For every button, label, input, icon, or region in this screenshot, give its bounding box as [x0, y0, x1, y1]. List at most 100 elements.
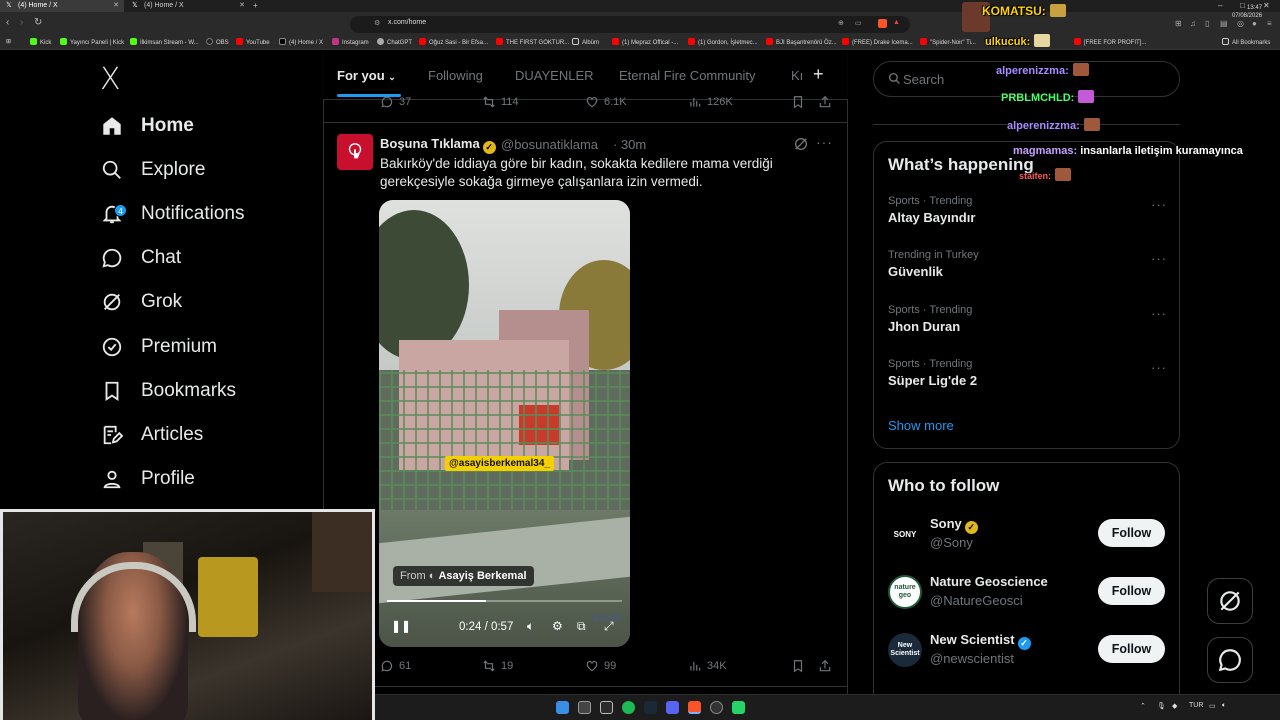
apps-icon[interactable]: ⊞: [6, 38, 11, 45]
new-tab-icon[interactable]: +: [253, 0, 258, 12]
forward-icon[interactable]: ›: [20, 17, 23, 28]
steam-icon[interactable]: [644, 701, 657, 714]
url-input[interactable]: ⚙ x.com/home ⊕ ▭ ▲: [350, 16, 910, 33]
bookmark-item[interactable]: "Spider-Noir" Ti...: [920, 38, 976, 46]
trend-item[interactable]: Sports · Trending Süper Lig'de 2 ···: [888, 358, 1173, 388]
taskbar-clock[interactable]: 13:47 07/08/2026: [1232, 4, 1262, 20]
bookmark-item[interactable]: (1) Mepraz Offical -...: [612, 38, 678, 46]
nav-profile[interactable]: Profile: [100, 461, 195, 497]
network-icon[interactable]: ▭: [1209, 702, 1216, 710]
bookmark-item[interactable]: [FREE FOR PROFIT]...: [1074, 38, 1146, 46]
minimize-icon[interactable]: –: [1218, 0, 1222, 12]
tab-for-you[interactable]: For you ⌄: [337, 68, 396, 83]
reply-button[interactable]: 61: [380, 659, 411, 673]
follow-button[interactable]: Follow: [1098, 577, 1165, 605]
trend-item[interactable]: Sports · Trending Jhon Duran ···: [888, 304, 1173, 334]
brave-icon[interactable]: [688, 701, 701, 714]
tab-following[interactable]: Following: [428, 68, 483, 83]
nav-premium[interactable]: Premium: [100, 329, 217, 365]
brave-rewards-icon[interactable]: ▲: [893, 19, 900, 26]
add-tab-icon[interactable]: +: [813, 64, 824, 85]
bookmark-item[interactable]: OBS: [206, 38, 229, 46]
more-options-icon[interactable]: ···: [1151, 197, 1167, 212]
obs-icon[interactable]: [710, 701, 723, 714]
video-source-attribution[interactable]: From ◐ Asayiş Berkemal: [393, 566, 534, 586]
bookmark-item[interactable]: THE FIRST GOKTUR...: [496, 38, 569, 46]
nav-notifications[interactable]: 4 Notifications: [100, 196, 245, 232]
bookmark-item[interactable]: (4) Home / X: [279, 38, 323, 46]
brave-shield-icon[interactable]: [878, 19, 887, 28]
tweet-video[interactable]: BAKIR @asayisberkemal34_ From ◐ Asayiş B…: [379, 200, 630, 647]
like-button[interactable]: 99: [585, 659, 616, 673]
bookmark-folder[interactable]: Albüm: [572, 38, 599, 46]
browser-tab-active[interactable]: 𝕏 (4) Home / X ✕: [0, 0, 124, 12]
tweet-author-handle[interactable]: @bosunatiklama: [501, 137, 598, 152]
whatsapp-icon[interactable]: [732, 701, 745, 714]
vpn-icon[interactable]: ◎: [1237, 19, 1244, 28]
volume-icon[interactable]: 🔈︎: [527, 619, 534, 634]
nav-bookmarks[interactable]: Bookmarks: [100, 373, 236, 409]
extensions-icon[interactable]: ⊞: [1175, 19, 1182, 28]
more-options-icon[interactable]: ···: [816, 134, 833, 150]
repost-button[interactable]: 19: [482, 659, 513, 673]
media-icon[interactable]: ♫: [1190, 19, 1196, 28]
grok-explain-icon[interactable]: [793, 136, 809, 157]
bookmark-item[interactable]: Yayıncı Paneli | Kick: [60, 38, 124, 46]
follow-button[interactable]: Follow: [1098, 519, 1165, 547]
tweet-author-name[interactable]: Boşuna Tıklama ✓: [380, 136, 496, 154]
chat-fab-button[interactable]: [1207, 637, 1253, 683]
close-window-icon[interactable]: ✕: [1263, 0, 1270, 12]
bookmark-item[interactable]: ChatGPT: [377, 38, 412, 46]
profile-avatar-icon[interactable]: ●: [1252, 19, 1257, 28]
bookmark-item[interactable]: İlkimsan Stream - W...: [130, 38, 199, 46]
tray-chevron-icon[interactable]: ⌃: [1140, 702, 1146, 710]
nav-home[interactable]: Home: [100, 108, 194, 144]
discord-icon[interactable]: [666, 701, 679, 714]
browser-tab[interactable]: 𝕏 (4) Home / X ✕: [126, 0, 250, 12]
zoom-icon[interactable]: ⊕: [838, 19, 844, 27]
windows-start-icon[interactable]: [556, 701, 569, 714]
close-tab-icon[interactable]: ✕: [239, 0, 245, 12]
tab-duayenler[interactable]: DUAYENLER: [515, 68, 594, 83]
tweet-author-avatar[interactable]: [337, 134, 373, 170]
repost-button[interactable]: 114: [482, 95, 519, 109]
bookmark-item[interactable]: (1) Gordon, İşletmec...: [688, 38, 758, 46]
bookmark-item[interactable]: Kick: [30, 38, 51, 46]
bookmark-item[interactable]: (FREE) Drake Icema...: [842, 38, 913, 46]
picture-in-picture-icon[interactable]: ⧉: [577, 619, 586, 634]
trend-item[interactable]: Sports · Trending Altay Bayındır ···: [888, 195, 1173, 225]
follow-button[interactable]: Follow: [1098, 635, 1165, 663]
volume-icon[interactable]: 🔈︎: [1222, 702, 1226, 710]
bookmark-tweet-icon[interactable]: [791, 95, 805, 109]
views-button[interactable]: 34K: [688, 659, 727, 673]
trend-item[interactable]: Trending in Turkey Güvenlik ···: [888, 249, 1173, 279]
bookmark-item[interactable]: Instagram: [332, 38, 369, 46]
cast-icon[interactable]: ▭: [855, 19, 862, 27]
sidebar-toggle-icon[interactable]: ▯: [1205, 19, 1209, 28]
like-button[interactable]: 6.1K: [585, 95, 627, 109]
close-tab-icon[interactable]: ✕: [113, 0, 119, 12]
tab-eternal-fire[interactable]: Eternal Fire Community: [619, 68, 756, 83]
share-icon[interactable]: [818, 659, 832, 673]
microphone-icon[interactable]: 🎙︎: [1157, 702, 1166, 710]
wallet-icon[interactable]: ▤: [1220, 19, 1228, 28]
follow-suggestion[interactable]: nature geo Nature Geoscience @NatureGeos…: [888, 572, 1173, 612]
bookmark-item[interactable]: YouTube: [236, 38, 270, 46]
more-options-icon[interactable]: ···: [1151, 306, 1167, 321]
menu-icon[interactable]: ≡: [1267, 19, 1272, 28]
tab-truncated[interactable]: Kı: [791, 68, 803, 83]
grok-fab-button[interactable]: [1207, 578, 1253, 624]
follow-suggestion[interactable]: SONY Sony ✓ @Sony Follow: [888, 514, 1173, 554]
bookmark-item[interactable]: BJI Başantrenörü Öz...: [766, 38, 837, 46]
pause-icon[interactable]: ❚❚: [391, 619, 411, 633]
bookmark-tweet-icon[interactable]: [791, 659, 805, 673]
task-view-icon[interactable]: [578, 701, 591, 714]
reload-icon[interactable]: ↻: [34, 17, 42, 28]
nav-chat[interactable]: Chat: [100, 240, 181, 276]
nav-articles[interactable]: Articles: [100, 417, 203, 453]
tweet-timestamp[interactable]: · 30m: [613, 137, 646, 152]
reply-button[interactable]: 37: [380, 95, 411, 109]
language-indicator[interactable]: TUR: [1189, 702, 1203, 709]
more-options-icon[interactable]: ···: [1151, 360, 1167, 375]
show-more-link[interactable]: Show more: [888, 418, 954, 433]
